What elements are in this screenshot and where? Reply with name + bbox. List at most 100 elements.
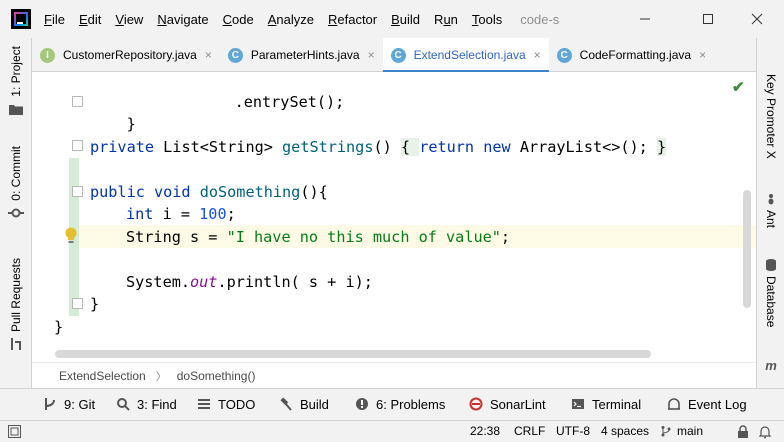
close-tab-icon[interactable]: × <box>699 48 706 62</box>
close-window-button[interactable] <box>746 8 768 30</box>
database-icon <box>766 259 776 271</box>
minimize-button[interactable] <box>634 8 656 30</box>
close-tab-icon[interactable]: × <box>368 48 375 62</box>
code-line-getstrings: private List<String> getStrings() { retu… <box>90 136 667 158</box>
class-icon: C <box>227 47 243 63</box>
toggle-tool-windows-icon[interactable] <box>8 425 21 438</box>
maven-tool-tab[interactable]: m <box>757 358 784 373</box>
search-icon <box>115 396 131 412</box>
menu-file[interactable]: File <box>44 12 65 27</box>
folded-brace[interactable]: { <box>400 138 420 156</box>
indent-setting[interactable]: 4 spaces <box>601 424 649 438</box>
code-text: } <box>54 318 64 336</box>
code-line: } <box>90 293 99 315</box>
vertical-scrollbar[interactable] <box>743 190 751 308</box>
code-line: } <box>54 316 63 338</box>
tab-code-formatting[interactable]: C CodeFormatting.java × <box>549 38 714 72</box>
code-text: ; <box>226 205 236 223</box>
terminal-tool-button[interactable]: Terminal <box>570 396 641 412</box>
folded-brace[interactable]: } <box>656 138 667 156</box>
code-text: (){ <box>300 183 328 201</box>
menu-refactor[interactable]: Refactor <box>328 12 377 27</box>
ant-label: Ant <box>764 210 778 229</box>
tab-label: CustomerRepository.java <box>63 48 197 62</box>
code-text: .println( s + i); <box>217 273 373 291</box>
breadcrumb-class[interactable]: ExtendSelection <box>59 369 146 383</box>
menu-view[interactable]: View <box>115 12 143 27</box>
code-text: } <box>90 295 100 313</box>
database-label: Database <box>764 276 778 328</box>
tab-label: ExtendSelection.java <box>413 48 526 62</box>
menu-tools[interactable]: Tools <box>472 12 502 27</box>
fold-marker[interactable] <box>72 298 83 309</box>
problems-tool-button[interactable]: 6: Problems <box>354 396 445 412</box>
menu-navigate[interactable]: Navigate <box>157 12 208 27</box>
editor-tabs: I CustomerRepository.java × C ParameterH… <box>32 38 756 73</box>
breadcrumb: ExtendSelection 〉 doSomething() <box>32 362 756 388</box>
inspection-ok-icon[interactable]: ✔ <box>732 78 745 96</box>
commit-tool-tab[interactable]: 0: Commit <box>0 146 32 221</box>
code-text: () <box>373 138 401 156</box>
event-log-tool-button[interactable]: Event Log <box>666 396 747 412</box>
code-line-dosomething: public void doSomething(){ <box>90 181 328 203</box>
code-line-println: System.out.println( s + i); <box>126 271 373 293</box>
code-number: 100 <box>199 205 227 223</box>
todo-tool-button[interactable]: TODO <box>196 396 255 412</box>
pull-request-icon <box>11 338 21 351</box>
maximize-button[interactable] <box>697 8 719 30</box>
title-bar: File Edit View Navigate Code Analyze Ref… <box>0 0 784 38</box>
git-icon <box>42 396 58 412</box>
notifications-icon[interactable] <box>758 425 772 439</box>
caret-position[interactable]: 22:38 <box>470 424 500 438</box>
code-text: ArrayList<>(); <box>510 138 657 156</box>
pull-requests-tool-tab[interactable]: Pull Requests <box>0 258 32 352</box>
horizontal-scrollbar[interactable] <box>55 350 651 358</box>
code-line: .entrySet(); <box>198 72 345 111</box>
tab-extend-selection[interactable]: C ExtendSelection.java × <box>382 38 549 73</box>
code-method-name: doSomething <box>190 183 301 201</box>
find-tool-label: 3: Find <box>137 396 177 412</box>
breadcrumb-method[interactable]: doSomething() <box>177 369 256 383</box>
project-tool-label: 1: Project <box>9 46 23 97</box>
event-log-tool-label: Event Log <box>688 396 747 412</box>
code-keyword: private <box>90 138 155 156</box>
vcs-branch[interactable]: main <box>660 424 703 438</box>
lock-icon[interactable] <box>736 425 750 439</box>
code-editor[interactable]: .entrySet(); } private List<String> getS… <box>32 72 756 362</box>
sonarlint-tool-label: SonarLint <box>490 396 546 412</box>
key-promoter-tool-tab[interactable]: Key Promoter X <box>757 74 784 159</box>
menu-analyze[interactable]: Analyze <box>268 12 314 27</box>
build-tool-label: Build <box>300 396 329 412</box>
code-text: String s = <box>126 228 227 246</box>
project-tool-tab[interactable]: 1: Project <box>0 46 32 117</box>
menu-code[interactable]: Code <box>223 12 254 27</box>
menu-build[interactable]: Build <box>391 12 420 27</box>
database-tool-tab[interactable]: Database <box>757 258 784 327</box>
sonarlint-tool-button[interactable]: SonarLint <box>468 396 546 412</box>
menu-edit[interactable]: Edit <box>79 12 101 27</box>
fold-marker[interactable] <box>72 96 83 107</box>
tab-customer-repository[interactable]: I CustomerRepository.java × <box>32 38 220 72</box>
intention-bulb-icon[interactable] <box>62 226 80 246</box>
git-tool-button[interactable]: 9: Git <box>42 396 95 412</box>
menu-run[interactable]: Run <box>434 12 458 27</box>
code-keyword: int <box>126 205 154 223</box>
code-keyword: return <box>419 138 475 156</box>
close-tab-icon[interactable]: × <box>534 48 541 62</box>
close-tab-icon[interactable]: × <box>205 48 212 62</box>
code-static-field: out <box>190 273 218 291</box>
git-tool-label: 9: Git <box>64 396 96 412</box>
line-separator[interactable]: CRLF <box>514 424 545 438</box>
code-method-name: getStrings <box>282 138 374 156</box>
fold-marker[interactable] <box>72 186 83 197</box>
find-tool-button[interactable]: 3: Find <box>115 396 177 412</box>
folder-icon <box>9 104 23 115</box>
code-text: List<String> <box>154 138 283 156</box>
file-encoding[interactable]: UTF-8 <box>556 424 590 438</box>
fold-marker[interactable] <box>72 140 83 151</box>
minimize-icon <box>640 18 650 20</box>
build-tool-button[interactable]: Build <box>278 396 329 412</box>
tab-parameter-hints[interactable]: C ParameterHints.java × <box>220 38 383 72</box>
ant-tool-tab[interactable]: Ant <box>757 192 784 228</box>
